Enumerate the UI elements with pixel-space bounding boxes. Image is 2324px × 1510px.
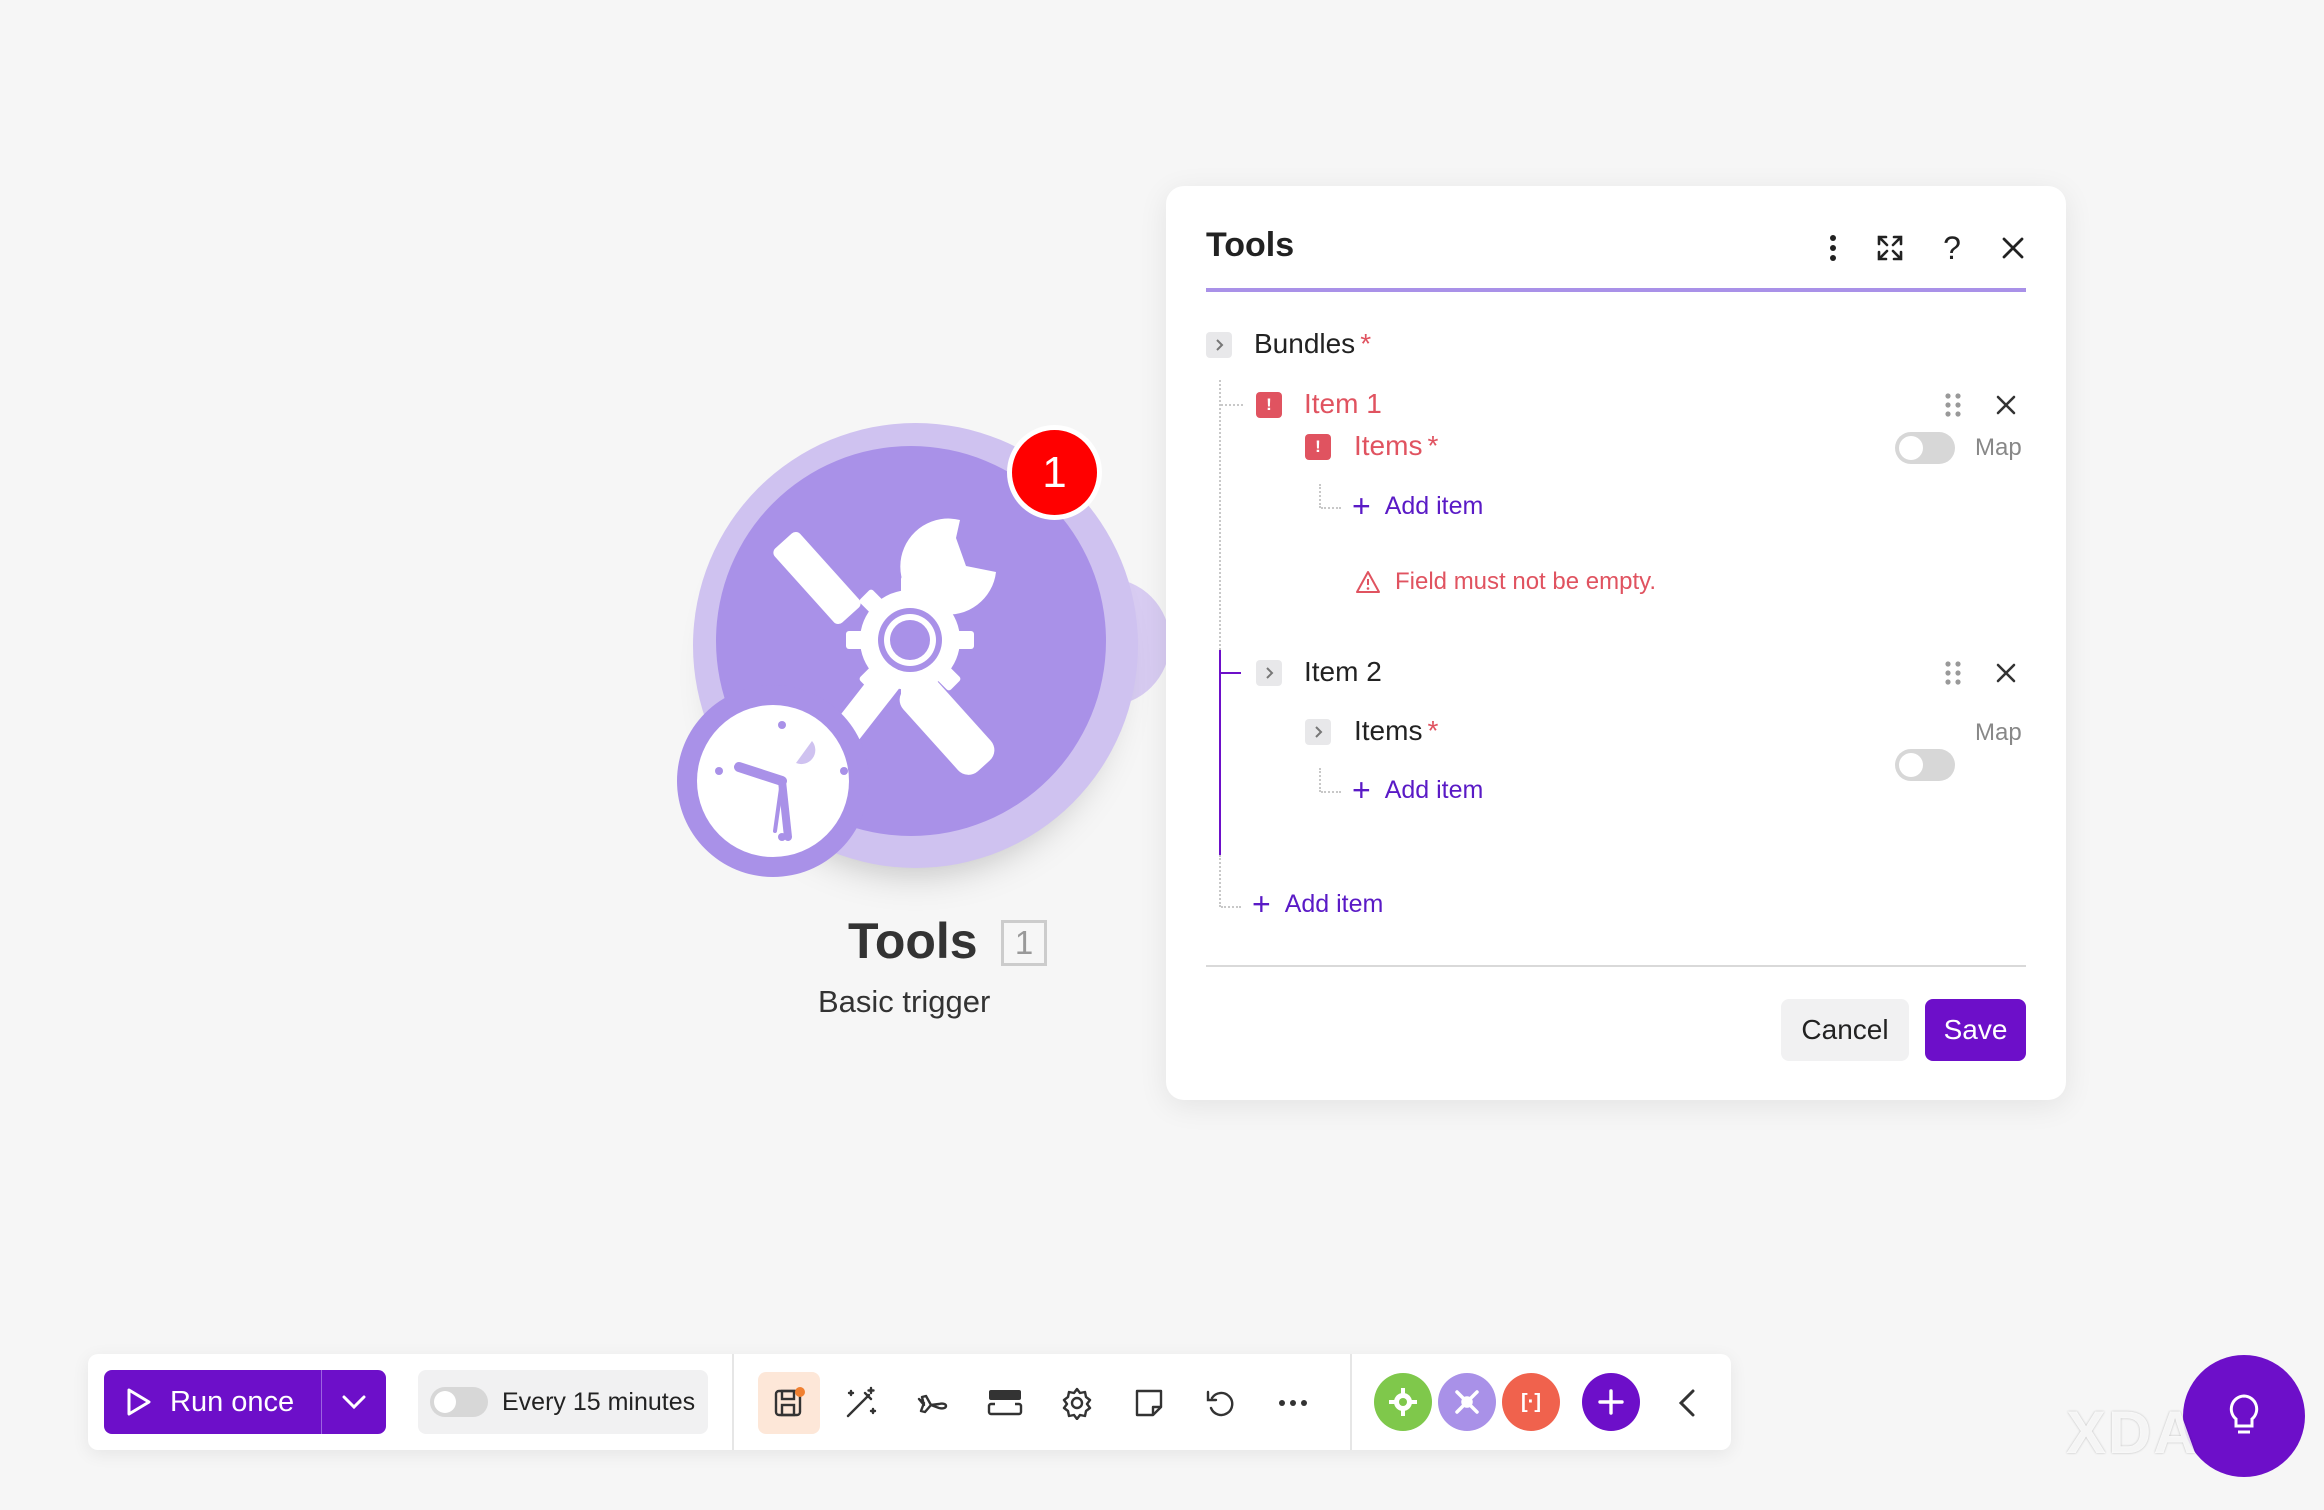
json-icon[interactable]: [·] bbox=[1502, 1373, 1560, 1431]
item-2-label: Item 2 bbox=[1304, 656, 1382, 687]
schedule-toggle[interactable] bbox=[430, 1387, 488, 1417]
dialog-header-accent bbox=[1206, 288, 2026, 292]
clock-icon bbox=[715, 721, 848, 841]
play-icon bbox=[127, 1388, 151, 1416]
error-count-badge: 1 bbox=[1007, 425, 1102, 520]
tree-branch bbox=[1221, 404, 1243, 406]
add-module-button[interactable] bbox=[1582, 1373, 1640, 1431]
dialog-title: Tools bbox=[1206, 226, 1295, 264]
collapse-toolbar-icon[interactable] bbox=[1656, 1372, 1718, 1434]
chevron-down-icon bbox=[342, 1395, 366, 1410]
plus-icon bbox=[1598, 1389, 1624, 1415]
items-field-error-icon: ! bbox=[1305, 434, 1331, 460]
tree-branch bbox=[1321, 507, 1341, 509]
module-subtitle: Basic trigger bbox=[818, 984, 991, 1019]
tree-branch bbox=[1321, 791, 1341, 793]
flow-control-icon[interactable] bbox=[1374, 1373, 1432, 1431]
help-icon[interactable]: ? bbox=[1930, 226, 1974, 270]
item-2-map-label: Map bbox=[1975, 719, 2022, 746]
remove-item-2-icon[interactable] bbox=[1996, 663, 2016, 683]
item-1-add-item-button[interactable]: + Add item bbox=[1352, 488, 1483, 525]
drag-handle-icon[interactable] bbox=[1941, 659, 1965, 687]
tree-line bbox=[1219, 855, 1221, 907]
plus-icon: + bbox=[1352, 488, 1371, 524]
cancel-button[interactable]: Cancel bbox=[1781, 999, 1909, 1061]
schedule-setting[interactable]: Every 15 minutes bbox=[418, 1370, 708, 1434]
item-2-field-label: Items * bbox=[1354, 715, 1439, 746]
run-button-divider bbox=[321, 1370, 322, 1434]
remove-item-1-icon[interactable] bbox=[1996, 395, 2016, 415]
item-2-expand-toggle[interactable] bbox=[1256, 660, 1282, 686]
tree-branch bbox=[1221, 906, 1241, 908]
notes-panel-icon[interactable] bbox=[974, 1372, 1036, 1434]
tree-line bbox=[1319, 768, 1321, 792]
airplane-icon[interactable] bbox=[902, 1372, 964, 1434]
lightbulb-icon bbox=[2229, 1394, 2259, 1434]
expand-icon[interactable] bbox=[1868, 226, 1912, 270]
bundles-label: Bundles * bbox=[1254, 328, 1372, 359]
tree-line bbox=[1319, 484, 1321, 508]
toolbar-divider bbox=[1350, 1354, 1352, 1450]
hint-button[interactable] bbox=[2183, 1355, 2305, 1477]
settings-icon[interactable] bbox=[1046, 1372, 1108, 1434]
item-1-error-icon[interactable]: ! bbox=[1256, 392, 1282, 418]
bundles-add-item-button[interactable]: + Add item bbox=[1252, 886, 1383, 923]
bundles-expand-toggle[interactable] bbox=[1206, 332, 1232, 358]
run-once-button[interactable]: Run once bbox=[104, 1370, 321, 1434]
tree-line bbox=[1219, 380, 1221, 650]
more-icon[interactable] bbox=[1262, 1372, 1324, 1434]
more-vertical-icon[interactable] bbox=[1811, 226, 1855, 270]
item-1-map-label: Map bbox=[1975, 434, 2022, 461]
close-icon[interactable] bbox=[1991, 226, 2035, 270]
field-error-message: Field must not be empty. bbox=[1355, 568, 1656, 596]
plus-icon: + bbox=[1252, 886, 1271, 922]
dialog-footer-divider bbox=[1206, 965, 2026, 967]
item-1-field-label: Items * bbox=[1354, 430, 1439, 461]
run-options-dropdown[interactable] bbox=[322, 1370, 386, 1434]
item-2-map-toggle[interactable] bbox=[1895, 749, 1955, 781]
schedule-label: Every 15 minutes bbox=[502, 1387, 696, 1416]
module-id: 1 bbox=[1001, 920, 1047, 966]
xda-watermark-logo: XDA bbox=[2066, 1399, 2199, 1466]
undo-icon[interactable] bbox=[1190, 1372, 1252, 1434]
save-icon[interactable] bbox=[758, 1372, 820, 1434]
tools-icon[interactable] bbox=[1438, 1373, 1496, 1431]
warning-icon bbox=[1356, 571, 1380, 593]
plus-icon: + bbox=[1352, 772, 1371, 808]
tree-line-active bbox=[1219, 650, 1221, 855]
module-title: Tools bbox=[848, 913, 978, 969]
save-button[interactable]: Save bbox=[1925, 999, 2026, 1061]
toolbar-divider bbox=[732, 1354, 734, 1450]
item-2-add-item-button[interactable]: + Add item bbox=[1352, 772, 1483, 809]
auto-align-icon[interactable] bbox=[830, 1372, 892, 1434]
item-2-field-expand-toggle[interactable] bbox=[1305, 719, 1331, 745]
settings-dialog bbox=[1166, 186, 2066, 1100]
tree-branch bbox=[1221, 672, 1241, 674]
item-1-map-toggle[interactable] bbox=[1895, 432, 1955, 464]
drag-handle-icon[interactable] bbox=[1941, 391, 1965, 419]
note-icon[interactable] bbox=[1118, 1372, 1180, 1434]
item-1-label: Item 1 bbox=[1304, 388, 1382, 419]
